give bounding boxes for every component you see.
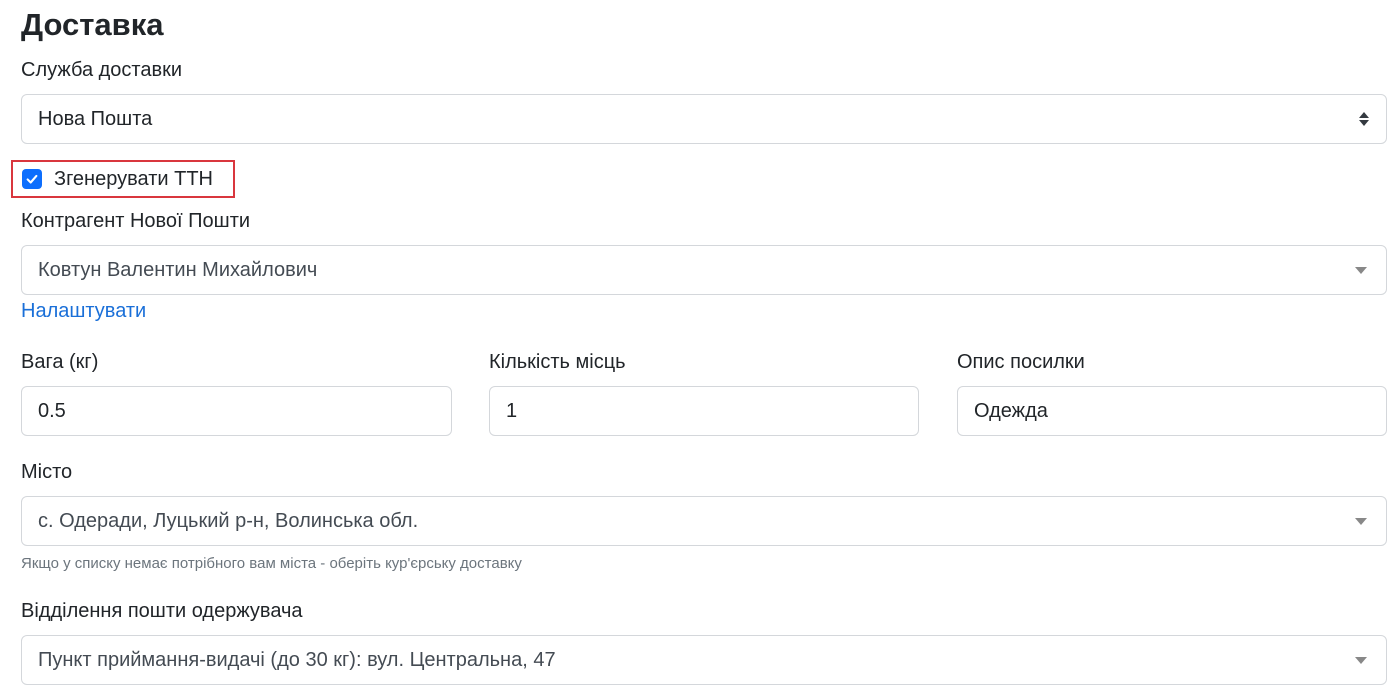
city-select[interactable]: с. Одеради, Луцький р-н, Волинська обл.	[21, 496, 1387, 546]
chevron-down-icon	[1355, 517, 1367, 525]
weight-label: Вага (кг)	[21, 351, 99, 373]
counterparty-settings-link[interactable]: Налаштувати	[21, 299, 146, 323]
places-label: Кількість місць	[489, 351, 626, 373]
delivery-service-value: Нова Пошта	[38, 107, 153, 130]
places-input[interactable]: 1	[489, 386, 919, 436]
delivery-service-label: Служба доставки	[21, 59, 183, 81]
weight-input[interactable]: 0.5	[21, 386, 452, 436]
counterparty-select[interactable]: Ковтун Валентин Михайлович	[21, 245, 1387, 295]
branch-label: Відділення пошти одержувача	[21, 600, 303, 622]
delivery-service-select[interactable]: Нова Пошта	[21, 94, 1387, 144]
branch-select[interactable]: Пункт приймання-видачі (до 30 кг): вул. …	[21, 635, 1387, 685]
chevron-down-icon	[1355, 266, 1367, 274]
places-value: 1	[506, 399, 518, 422]
city-value: с. Одеради, Луцький р-н, Волинська обл.	[38, 509, 419, 532]
branch-value: Пункт приймання-видачі (до 30 кг): вул. …	[38, 648, 556, 671]
generate-ttn-checkbox-wrapper[interactable]: Згенерувати ТТН	[11, 160, 235, 198]
description-label: Опис посилки	[957, 351, 1085, 373]
description-input[interactable]: Одежда	[957, 386, 1387, 436]
city-hint: Якщо у списку немає потрібного вам міста…	[21, 555, 522, 572]
weight-value: 0.5	[38, 399, 66, 422]
select-arrows-icon	[1358, 110, 1370, 128]
description-value: Одежда	[974, 399, 1048, 422]
section-title: Доставка	[21, 7, 164, 42]
generate-ttn-label[interactable]: Згенерувати ТТН	[54, 168, 213, 191]
checkmark-icon	[26, 174, 38, 184]
chevron-down-icon	[1355, 656, 1367, 664]
generate-ttn-checkbox[interactable]	[22, 169, 42, 189]
counterparty-value: Ковтун Валентин Михайлович	[38, 258, 318, 281]
counterparty-label: Контрагент Нової Пошти	[21, 210, 251, 232]
city-label: Місто	[21, 461, 73, 483]
